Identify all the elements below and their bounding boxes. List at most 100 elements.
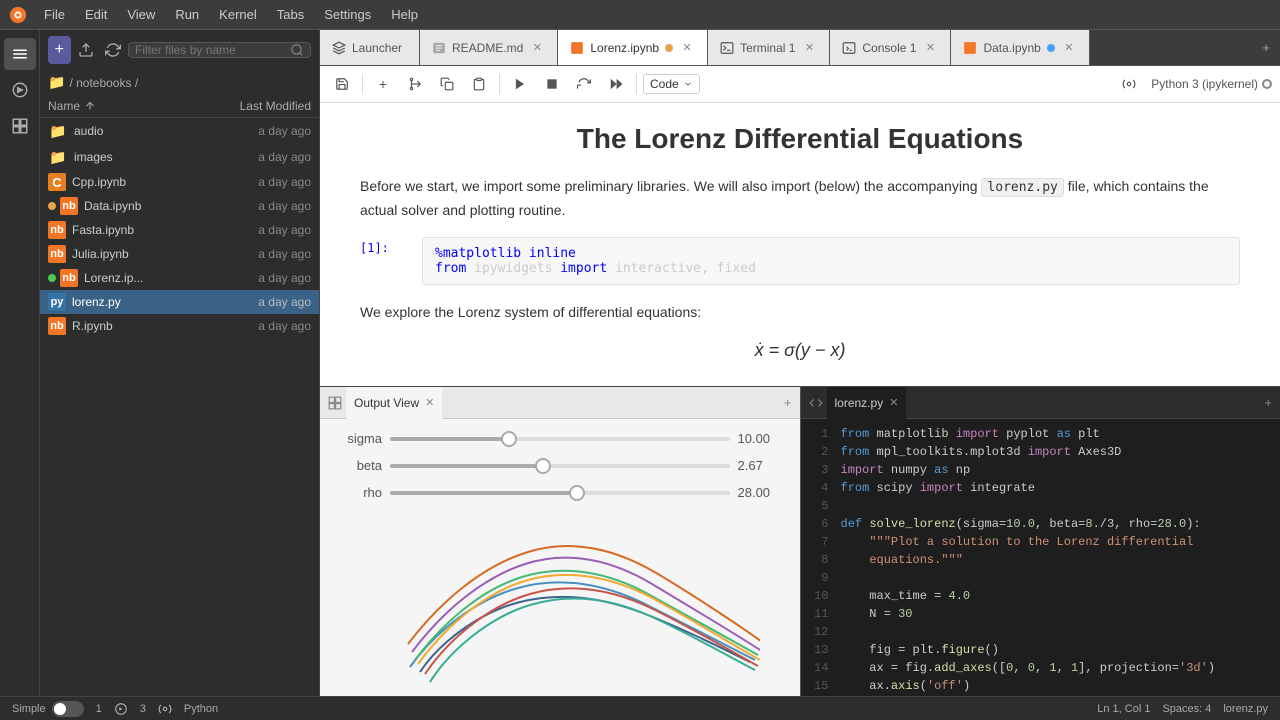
- file-name: Lorenz.ip...: [84, 271, 211, 285]
- code-content: 1 from matplotlib import pyplot as plt 2…: [801, 419, 1280, 696]
- output-panel-tab-bar: Output View ✕ +: [320, 387, 800, 419]
- tab-console[interactable]: Console 1 ✕: [830, 30, 951, 66]
- interrupt-button[interactable]: [538, 70, 566, 98]
- cell-type-select[interactable]: Code: [643, 74, 700, 94]
- sigma-slider-row: sigma 10.00: [332, 431, 788, 446]
- add-cell-button[interactable]: +: [369, 70, 397, 98]
- beta-slider[interactable]: [390, 464, 730, 468]
- file-row-cpp[interactable]: C Cpp.ipynb a day ago: [40, 170, 319, 194]
- status-file: lorenz.py: [1223, 703, 1268, 715]
- sidebar-files-btn[interactable]: [4, 38, 36, 70]
- code-cell-1[interactable]: [1]: %matplotlib inline from ipywidgets …: [360, 237, 1240, 285]
- rho-slider-row: rho 28.00: [332, 485, 788, 500]
- menu-settings[interactable]: Settings: [316, 5, 379, 24]
- notebook-title: The Lorenz Differential Equations: [360, 123, 1240, 155]
- file-row-fasta[interactable]: nb Fasta.ipynb a day ago: [40, 218, 319, 242]
- code-line-10: 10 max_time = 4.0: [801, 589, 1280, 607]
- restart-button[interactable]: [570, 70, 598, 98]
- file-row-r[interactable]: nb R.ipynb a day ago: [40, 314, 319, 338]
- code-line-6: 6 def solve_lorenz(sigma=10.0, beta=8./3…: [801, 517, 1280, 535]
- folder-icon: 📁: [48, 147, 68, 167]
- tab-close[interactable]: ✕: [529, 40, 545, 56]
- kernel-info: Python 3 (ipykernel): [1151, 77, 1272, 91]
- output-tab-add[interactable]: +: [784, 395, 792, 410]
- copy-button[interactable]: [433, 70, 461, 98]
- tab-lorenz-ipynb[interactable]: Lorenz.ipynb ✕: [558, 30, 708, 66]
- beta-label: beta: [332, 458, 382, 473]
- simple-mode-toggle[interactable]: Simple: [12, 701, 84, 717]
- code-line-9: 9: [801, 571, 1280, 589]
- file-name: audio: [74, 124, 211, 138]
- lorenz-py-tab[interactable]: lorenz.py ✕: [827, 387, 907, 419]
- status-number2: 3: [140, 703, 146, 715]
- file-modified: a day ago: [211, 199, 311, 213]
- tab-close[interactable]: ✕: [922, 40, 938, 56]
- menu-edit[interactable]: Edit: [77, 5, 115, 24]
- file-row-lorenz-ipynb[interactable]: nb Lorenz.ip... a day ago: [40, 266, 319, 290]
- lorenz-py-tab-close[interactable]: ✕: [889, 396, 898, 409]
- notebook-text2: We explore the Lorenz system of differen…: [360, 301, 1240, 323]
- file-row-data[interactable]: nb Data.ipynb a day ago: [40, 194, 319, 218]
- notebook-toolbar: + Code: [320, 66, 1280, 103]
- code-line-11: 11 N = 30: [801, 607, 1280, 625]
- python-icon: py: [48, 293, 66, 311]
- lorenz-py-inline: lorenz.py: [981, 178, 1063, 197]
- menu-view[interactable]: View: [119, 5, 163, 24]
- tab-launcher[interactable]: Launcher: [320, 30, 420, 66]
- code-line-5: 5: [801, 499, 1280, 517]
- sidebar-extensions-btn[interactable]: [4, 110, 36, 142]
- tab-readme[interactable]: README.md ✕: [420, 30, 558, 66]
- file-modified: a day ago: [211, 175, 311, 189]
- lorenz-plot: [332, 512, 788, 692]
- sigma-value: 10.00: [738, 431, 788, 446]
- file-row-images[interactable]: 📁 images a day ago: [40, 144, 319, 170]
- tab-close[interactable]: ✕: [1061, 40, 1077, 56]
- app-logo: [8, 5, 28, 25]
- status-spaces: Spaces: 4: [1162, 703, 1211, 715]
- run-button[interactable]: [506, 70, 534, 98]
- rho-label: rho: [332, 485, 382, 500]
- search-input[interactable]: [135, 43, 290, 57]
- menu-run[interactable]: Run: [167, 5, 207, 24]
- code-panel-add[interactable]: +: [1264, 395, 1272, 410]
- kernel-settings-button[interactable]: [1115, 70, 1143, 98]
- fast-forward-button[interactable]: [602, 70, 630, 98]
- refresh-button[interactable]: [101, 36, 124, 64]
- sort-name-header[interactable]: Name: [48, 99, 211, 113]
- cut-button[interactable]: [401, 70, 429, 98]
- notebook-text1: Before we start, we import some prelimin…: [360, 175, 1240, 221]
- breadcrumb: 📁 / notebooks /: [40, 70, 319, 95]
- menu-file[interactable]: File: [36, 5, 73, 24]
- tab-terminal[interactable]: Terminal 1 ✕: [708, 30, 830, 66]
- rho-slider[interactable]: [390, 491, 730, 495]
- file-search-box[interactable]: [128, 42, 311, 58]
- bottom-panels: Output View ✕ + sigma: [320, 386, 1280, 696]
- tab-label: Terminal 1: [740, 41, 795, 55]
- upload-button[interactable]: [75, 36, 98, 64]
- sigma-label: sigma: [332, 431, 382, 446]
- file-row-julia[interactable]: nb Julia.ipynb a day ago: [40, 242, 319, 266]
- mode-toggle-track[interactable]: [52, 701, 84, 717]
- file-modified: a day ago: [211, 223, 311, 237]
- sort-modified-header[interactable]: Last Modified: [211, 99, 311, 113]
- output-tab[interactable]: Output View ✕: [346, 387, 442, 419]
- new-file-button[interactable]: +: [48, 36, 71, 64]
- menu-kernel[interactable]: Kernel: [211, 5, 265, 24]
- tab-close[interactable]: ✕: [679, 40, 695, 56]
- file-row-audio[interactable]: 📁 audio a day ago: [40, 118, 319, 144]
- cell-content[interactable]: %matplotlib inline from ipywidgets impor…: [422, 237, 1240, 285]
- sigma-slider[interactable]: [390, 437, 730, 441]
- sidebar-running-btn[interactable]: [4, 74, 36, 106]
- unsaved-dot: [665, 44, 673, 52]
- menu-help[interactable]: Help: [383, 5, 426, 24]
- file-row-lorenz-py[interactable]: py lorenz.py a day ago: [40, 290, 319, 314]
- code-line-13: 13 fig = plt.figure(): [801, 643, 1280, 661]
- output-tab-close[interactable]: ✕: [425, 396, 434, 409]
- tab-data-ipynb[interactable]: Data.ipynb ✕: [951, 30, 1089, 66]
- menu-tabs[interactable]: Tabs: [269, 5, 312, 24]
- paste-button[interactable]: [465, 70, 493, 98]
- tab-close[interactable]: ✕: [801, 40, 817, 56]
- save-button[interactable]: [328, 70, 356, 98]
- tab-add-button[interactable]: +: [1252, 34, 1280, 62]
- status-position: Ln 1, Col 1: [1097, 703, 1150, 715]
